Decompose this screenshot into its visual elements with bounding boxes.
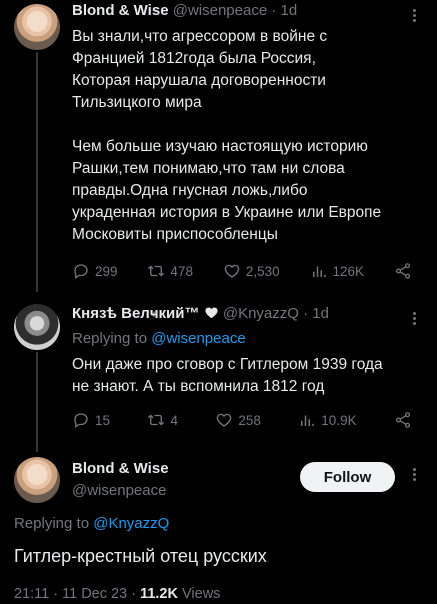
- tweet-text-line: Вы знали,что агрессором в войне с: [72, 28, 328, 45]
- tweet-text-line: Францией 1812года была Россия,: [72, 50, 316, 67]
- analytics-icon: [301, 415, 315, 426]
- reply-icon: [74, 413, 88, 429]
- handle[interactable]: @KnyazzQ: [223, 305, 299, 322]
- avatar[interactable]: [14, 457, 60, 503]
- timestamp[interactable]: · 1d: [271, 2, 297, 19]
- share-button[interactable]: [394, 262, 412, 280]
- tweet-text-line: Они даже про сговор с Гитлером 1939 года: [72, 356, 383, 373]
- avatar[interactable]: [14, 304, 60, 350]
- more-options-icon[interactable]: [413, 312, 416, 327]
- views-count: 10.9K: [321, 412, 357, 428]
- action-bar: 15 4 258 10.9K: [72, 411, 412, 429]
- more-options-icon[interactable]: [413, 9, 416, 24]
- display-name[interactable]: Князѣ Велҹкий™: [72, 305, 200, 322]
- avatar[interactable]: [14, 4, 60, 50]
- tweet-text-line: Тильзицкого мира: [72, 94, 202, 111]
- tweet-text-line: Чем больше изучаю настоящую историю: [72, 138, 368, 155]
- tweet-text: Вы знали,что агрессором в войне с Франци…: [72, 26, 422, 246]
- reply-count: 299: [95, 263, 118, 279]
- follow-button[interactable]: Follow: [300, 462, 395, 492]
- heart-icon: [224, 264, 240, 278]
- reply-button[interactable]: 299: [72, 262, 118, 280]
- retweet-count: 478: [170, 263, 193, 279]
- like-button[interactable]: 258: [215, 411, 261, 429]
- share-icon: [395, 412, 411, 428]
- like-count: 258: [238, 412, 261, 428]
- views-button[interactable]: 10.9K: [298, 411, 357, 429]
- display-name[interactable]: Blond & Wise: [72, 458, 169, 480]
- tweet-text-line: не знают. А ты вспомнила 1812 год: [72, 378, 325, 395]
- views-label: Views: [182, 586, 221, 602]
- retweet-count: 4: [170, 412, 178, 428]
- tweet-text-line: Московиты приспособленцы: [72, 226, 278, 243]
- thread-line: [36, 352, 38, 452]
- tweet-meta: 21:11 · 11 Dec 23 · 11.2K Views: [14, 586, 220, 602]
- like-button[interactable]: 2,530: [223, 262, 280, 280]
- heart-icon: [217, 413, 232, 427]
- reply-icon: [74, 264, 88, 280]
- share-button[interactable]: [394, 411, 412, 429]
- tweet-date[interactable]: 11 Dec 23: [62, 586, 127, 602]
- more-options-icon[interactable]: [413, 468, 416, 483]
- like-count: 2,530: [245, 263, 280, 279]
- retweet-icon: [148, 414, 165, 426]
- replying-to: Replying to @KnyazzQ: [14, 515, 169, 532]
- action-bar: 299 478 2,530 126K: [72, 262, 412, 280]
- tweet-text: Гитлер-крестный отец русских: [14, 546, 267, 566]
- retweet-button[interactable]: 4: [147, 411, 178, 429]
- replying-to-handle[interactable]: @KnyazzQ: [93, 515, 169, 532]
- thread-line: [36, 52, 38, 292]
- tweet-text-line: Рашки,тем понимаю,что там ни слова: [72, 160, 345, 177]
- tweet-text-line: правды.Одна гнусная ложь,либо: [72, 182, 308, 199]
- reply-count: 15: [95, 412, 111, 428]
- replying-to-label: Replying to: [72, 330, 148, 347]
- tweet-text-line: Которая нарушала договоренности: [72, 72, 326, 89]
- display-name[interactable]: Blond & Wise: [72, 2, 169, 19]
- replying-to-handle[interactable]: @wisenpeace: [151, 330, 245, 347]
- reply-button[interactable]: 15: [72, 411, 110, 429]
- replying-to-label: Replying to: [14, 515, 90, 532]
- analytics-icon: [312, 266, 326, 277]
- heart-icon: [205, 307, 218, 319]
- tweet-header: Князѣ Велҹкий™ @KnyazzQ · 1d: [72, 304, 329, 324]
- handle[interactable]: @wisenpeace: [72, 480, 169, 502]
- views-count: 11.2K: [140, 586, 178, 602]
- views-button[interactable]: 126K: [310, 262, 365, 280]
- separator: ·: [131, 586, 137, 602]
- replying-to: Replying to @wisenpeace: [72, 330, 246, 347]
- timestamp[interactable]: · 1d: [303, 305, 329, 322]
- separator: ·: [53, 586, 59, 602]
- views-count: 126K: [332, 263, 365, 279]
- tweet-time[interactable]: 21:11: [14, 586, 49, 602]
- tweet-text-line: [72, 114, 422, 136]
- share-icon: [395, 263, 411, 279]
- tweet-text-line: украденная история в Украине или Европе: [72, 204, 382, 221]
- retweet-icon: [148, 265, 165, 277]
- handle[interactable]: @wisenpeace: [173, 2, 267, 19]
- tweet-text: Они даже про сговор с Гитлером 1939 года…: [72, 354, 432, 398]
- tweet-header: Blond & Wise @wisenpeace: [72, 458, 169, 502]
- tweet-header: Blond & Wise @wisenpeace · 1d: [72, 1, 297, 21]
- retweet-button[interactable]: 478: [147, 262, 193, 280]
